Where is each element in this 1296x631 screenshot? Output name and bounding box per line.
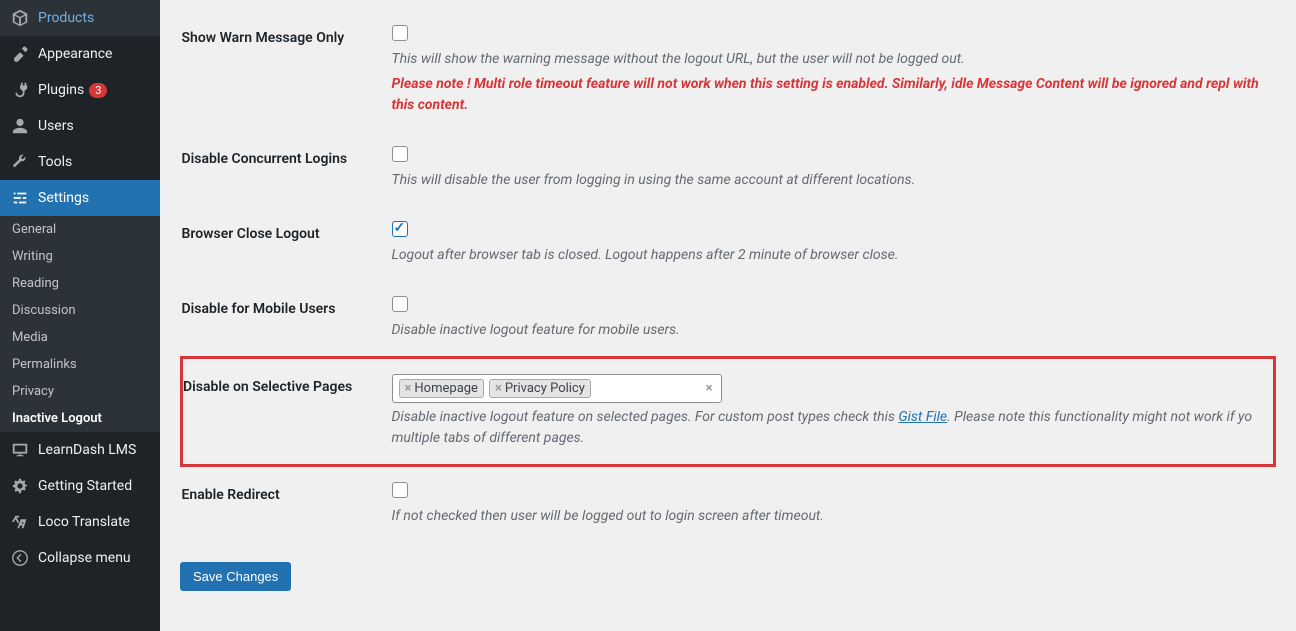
wrench-icon: [10, 152, 30, 172]
menu-learndash[interactable]: LearnDash LMS: [0, 432, 160, 468]
submenu-inactive-logout[interactable]: Inactive Logout: [0, 405, 160, 432]
menu-tools[interactable]: Tools: [0, 144, 160, 180]
label-concurrent-logins: Disable Concurrent Logins: [182, 131, 382, 206]
submenu-media[interactable]: Media: [0, 324, 160, 351]
menu-collapse[interactable]: Collapse menu: [0, 540, 160, 576]
row-mobile-users: Disable for Mobile Users Disable inactiv…: [182, 281, 1275, 358]
tag-remove-icon[interactable]: ×: [495, 381, 502, 396]
translate-icon: [10, 512, 30, 532]
checkbox-mobile-users[interactable]: [392, 296, 408, 312]
menu-settings[interactable]: Settings: [0, 180, 160, 216]
label-selective-pages: Disable on Selective Pages: [182, 358, 382, 466]
submenu-writing[interactable]: Writing: [0, 243, 160, 270]
checkbox-concurrent-logins[interactable]: [392, 146, 408, 162]
admin-sidebar: Products Appearance Plugins 3 Users Tool…: [0, 0, 160, 631]
submenu-general[interactable]: General: [0, 216, 160, 243]
menu-getting-started[interactable]: Getting Started: [0, 468, 160, 504]
plugins-badge: 3: [89, 83, 107, 98]
row-enable-redirect: Enable Redirect If not checked then user…: [182, 466, 1275, 543]
user-icon: [10, 116, 30, 136]
settings-content: Show Warn Message Only This will show th…: [160, 0, 1296, 631]
gist-file-link[interactable]: Gist File: [898, 409, 947, 425]
submenu-discussion[interactable]: Discussion: [0, 297, 160, 324]
note-warn-message: Please note ! Multi role timeout feature…: [392, 74, 1265, 116]
row-warn-message: Show Warn Message Only This will show th…: [182, 10, 1275, 131]
save-button[interactable]: Save Changes: [180, 562, 291, 591]
checkbox-browser-close[interactable]: [392, 221, 408, 237]
settings-submenu: General Writing Reading Discussion Media…: [0, 216, 160, 432]
clear-all-icon[interactable]: ×: [706, 381, 713, 396]
submenu-privacy[interactable]: Privacy: [0, 378, 160, 405]
checkbox-enable-redirect[interactable]: [392, 482, 408, 498]
submenu-reading[interactable]: Reading: [0, 270, 160, 297]
box-icon: [10, 8, 30, 28]
collapse-icon: [10, 548, 30, 568]
tag-homepage: × Homepage: [399, 379, 484, 398]
label-enable-redirect: Enable Redirect: [182, 466, 382, 543]
row-concurrent-logins: Disable Concurrent Logins This will disa…: [182, 131, 1275, 206]
desc-enable-redirect: If not checked then user will be logged …: [392, 506, 1265, 527]
desc-concurrent-logins: This will disable the user from logging …: [392, 170, 1265, 191]
tag-remove-icon[interactable]: ×: [405, 381, 412, 396]
menu-users[interactable]: Users: [0, 108, 160, 144]
desc-selective-pages: Disable inactive logout feature on selec…: [392, 407, 1264, 449]
menu-products[interactable]: Products: [0, 0, 160, 36]
select-selective-pages[interactable]: × Homepage × Privacy Policy ×: [392, 374, 722, 403]
desc-browser-close: Logout after browser tab is closed. Logo…: [392, 245, 1265, 266]
sliders-icon: [10, 188, 30, 208]
submenu-permalinks[interactable]: Permalinks: [0, 351, 160, 378]
desc-warn-message: This will show the warning message witho…: [392, 49, 1265, 70]
menu-appearance[interactable]: Appearance: [0, 36, 160, 72]
label-browser-close: Browser Close Logout: [182, 206, 382, 281]
row-selective-pages: Disable on Selective Pages × Homepage × …: [182, 358, 1275, 466]
checkbox-warn-message[interactable]: [392, 25, 408, 41]
monitor-icon: [10, 440, 30, 460]
tag-privacy-policy: × Privacy Policy: [489, 379, 591, 398]
label-mobile-users: Disable for Mobile Users: [182, 281, 382, 358]
gear-icon: [10, 476, 30, 496]
menu-plugins[interactable]: Plugins 3: [0, 72, 160, 108]
menu-loco[interactable]: Loco Translate: [0, 504, 160, 540]
label-warn-message: Show Warn Message Only: [182, 10, 382, 131]
row-browser-close: Browser Close Logout Logout after browse…: [182, 206, 1275, 281]
plug-icon: [10, 80, 30, 100]
desc-mobile-users: Disable inactive logout feature for mobi…: [392, 320, 1265, 341]
settings-form-table: Show Warn Message Only This will show th…: [180, 10, 1276, 542]
brush-icon: [10, 44, 30, 64]
